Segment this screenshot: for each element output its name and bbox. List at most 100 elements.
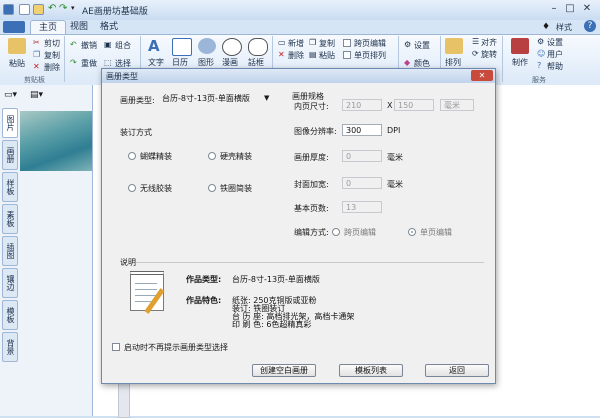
quick-access-dropdown-icon[interactable]: ▾ [71, 4, 75, 12]
arrange-icon[interactable] [445, 38, 463, 54]
text-icon[interactable]: A [148, 37, 166, 55]
cut-icon[interactable]: ✂ [33, 38, 40, 47]
paste-button[interactable]: 粘贴 [9, 58, 25, 69]
new-file-icon[interactable] [19, 4, 30, 15]
align-icon[interactable]: ☰ [472, 37, 479, 46]
new-page-button[interactable]: 新增 [288, 38, 304, 49]
style-menu-icon[interactable]: ♦ [542, 22, 550, 32]
redo-button[interactable]: 重做 [81, 58, 97, 69]
remove-page-icon[interactable]: ✕ [278, 50, 285, 59]
rotate-button[interactable]: 旋转 [481, 49, 497, 60]
tab-illustrations[interactable]: 插图 [2, 236, 18, 266]
color-icon[interactable]: ◆ [404, 58, 410, 67]
service-settings-icon[interactable]: ⚙ [537, 37, 544, 46]
dialog-close-button[interactable]: ✕ [471, 70, 493, 81]
shape-button[interactable]: 图形 [198, 57, 214, 68]
delete-button[interactable]: 删除 [44, 62, 60, 73]
cross-edit-checkbox[interactable] [343, 39, 351, 47]
calendar-button[interactable]: 日历 [172, 57, 188, 68]
tab-backgrounds[interactable]: 背景 [2, 332, 18, 362]
callout-button[interactable]: 話框 [248, 57, 264, 68]
duplicate-page-icon[interactable]: ❐ [309, 38, 316, 47]
undo-icon[interactable]: ↶ [48, 3, 56, 14]
help-ribbon-icon[interactable]: ? [537, 61, 541, 70]
close-window-icon[interactable]: ✕ [580, 3, 594, 15]
combine-button[interactable]: 组合 [115, 40, 131, 51]
shape-icon[interactable] [198, 38, 216, 54]
tab-albums[interactable]: 画册 [2, 140, 18, 170]
redo-icon[interactable]: ↷ [59, 3, 67, 14]
chevron-down-icon[interactable]: ▼ [264, 94, 269, 102]
binding-radio-perfect[interactable] [128, 184, 136, 192]
binding-radio-butterfly[interactable] [128, 152, 136, 160]
single-layout-checkbox[interactable] [343, 51, 351, 59]
copy-icon[interactable]: ❐ [33, 50, 40, 59]
make-icon[interactable] [511, 38, 529, 54]
remove-page-button[interactable]: 删除 [288, 50, 304, 61]
settings-button[interactable]: 设置 [414, 40, 430, 51]
arrange-button[interactable]: 排列 [445, 57, 461, 68]
settings-icon[interactable]: ⚙ [404, 40, 411, 49]
select-icon[interactable]: ⬚ [104, 58, 112, 67]
unit-select[interactable]: 毫米 [440, 99, 474, 111]
callout-icon[interactable] [248, 38, 268, 56]
cover-widen-input[interactable]: 0 [342, 177, 382, 189]
undo-button[interactable]: 撤销 [81, 40, 97, 51]
create-blank-album-button[interactable]: 创建空白画册 [252, 364, 316, 377]
maximize-icon[interactable]: □ [563, 3, 577, 15]
app-menu-button[interactable] [3, 21, 25, 33]
combine-icon[interactable]: ▣ [104, 40, 112, 49]
tab-templates[interactable]: 模板 [2, 300, 18, 330]
help-icon[interactable]: ? [584, 20, 596, 32]
binding-radio-hardcover[interactable] [208, 152, 216, 160]
height-input[interactable]: 150 [394, 99, 434, 111]
text-button[interactable]: 文字 [148, 57, 164, 68]
help-button[interactable]: 帮助 [547, 61, 563, 72]
comic-icon[interactable] [222, 38, 242, 56]
style-menu[interactable]: 样式 [556, 22, 572, 33]
tab-view[interactable]: 视图 [62, 20, 96, 34]
undo-ribbon-icon[interactable]: ↶ [70, 40, 77, 49]
delete-icon[interactable]: ✕ [33, 62, 40, 71]
resolution-input[interactable]: 300 [342, 124, 382, 136]
make-button[interactable]: 制作 [512, 57, 528, 68]
new-page-icon[interactable]: ▭ [278, 38, 286, 47]
dialog-title-bar [102, 69, 495, 83]
paste-page-icon[interactable]: ▤ [309, 50, 317, 59]
tab-samples[interactable]: 样板 [2, 172, 18, 202]
panel-sort-icon[interactable]: ▤▾ [30, 90, 43, 100]
tab-pictures[interactable]: 图片 [2, 108, 18, 138]
user-icon[interactable]: ☺ [537, 49, 545, 58]
tab-plain-boards[interactable]: 素板 [2, 204, 18, 234]
cut-button[interactable]: 剪切 [44, 38, 60, 49]
tab-borders[interactable]: 镶边 [2, 268, 18, 298]
base-pages-input[interactable]: 13 [342, 201, 382, 213]
thickness-input[interactable]: 0 [342, 150, 382, 162]
edit-mode-radio-single[interactable] [408, 228, 416, 236]
user-button[interactable]: 用户 [547, 49, 563, 60]
paste-icon[interactable] [8, 38, 26, 54]
edit-mode-radio-cross[interactable] [332, 228, 340, 236]
copy-button[interactable]: 复制 [44, 50, 60, 61]
canvas-scrollbar[interactable] [118, 380, 130, 418]
template-list-button[interactable]: 模板列表 [339, 364, 403, 377]
duplicate-page-button[interactable]: 复制 [319, 38, 335, 49]
tab-format[interactable]: 格式 [92, 20, 126, 34]
minimize-icon[interactable]: – [547, 3, 561, 15]
binding-radio-wire[interactable] [208, 184, 216, 192]
album-type-select[interactable]: 台历-8寸-13页-单面横版 [159, 93, 273, 105]
comic-button[interactable]: 漫画 [222, 57, 238, 68]
calendar-icon[interactable] [172, 38, 192, 56]
align-button[interactable]: 对齐 [481, 37, 497, 48]
open-folder-icon[interactable] [33, 4, 44, 15]
panel-view-icon[interactable]: ▭▾ [4, 90, 17, 100]
back-button[interactable]: 返回 [425, 364, 489, 377]
redo-ribbon-icon[interactable]: ↷ [70, 58, 77, 67]
paste-page-button[interactable]: 粘贴 [319, 50, 335, 61]
no-prompt-checkbox[interactable] [112, 343, 120, 351]
width-input[interactable]: 210 [342, 99, 382, 111]
service-settings-button[interactable]: 设置 [547, 37, 563, 48]
rotate-icon[interactable]: ⟳ [472, 49, 479, 58]
tab-home[interactable]: 主页 [30, 20, 67, 35]
picture-thumbnail[interactable] [20, 111, 92, 171]
